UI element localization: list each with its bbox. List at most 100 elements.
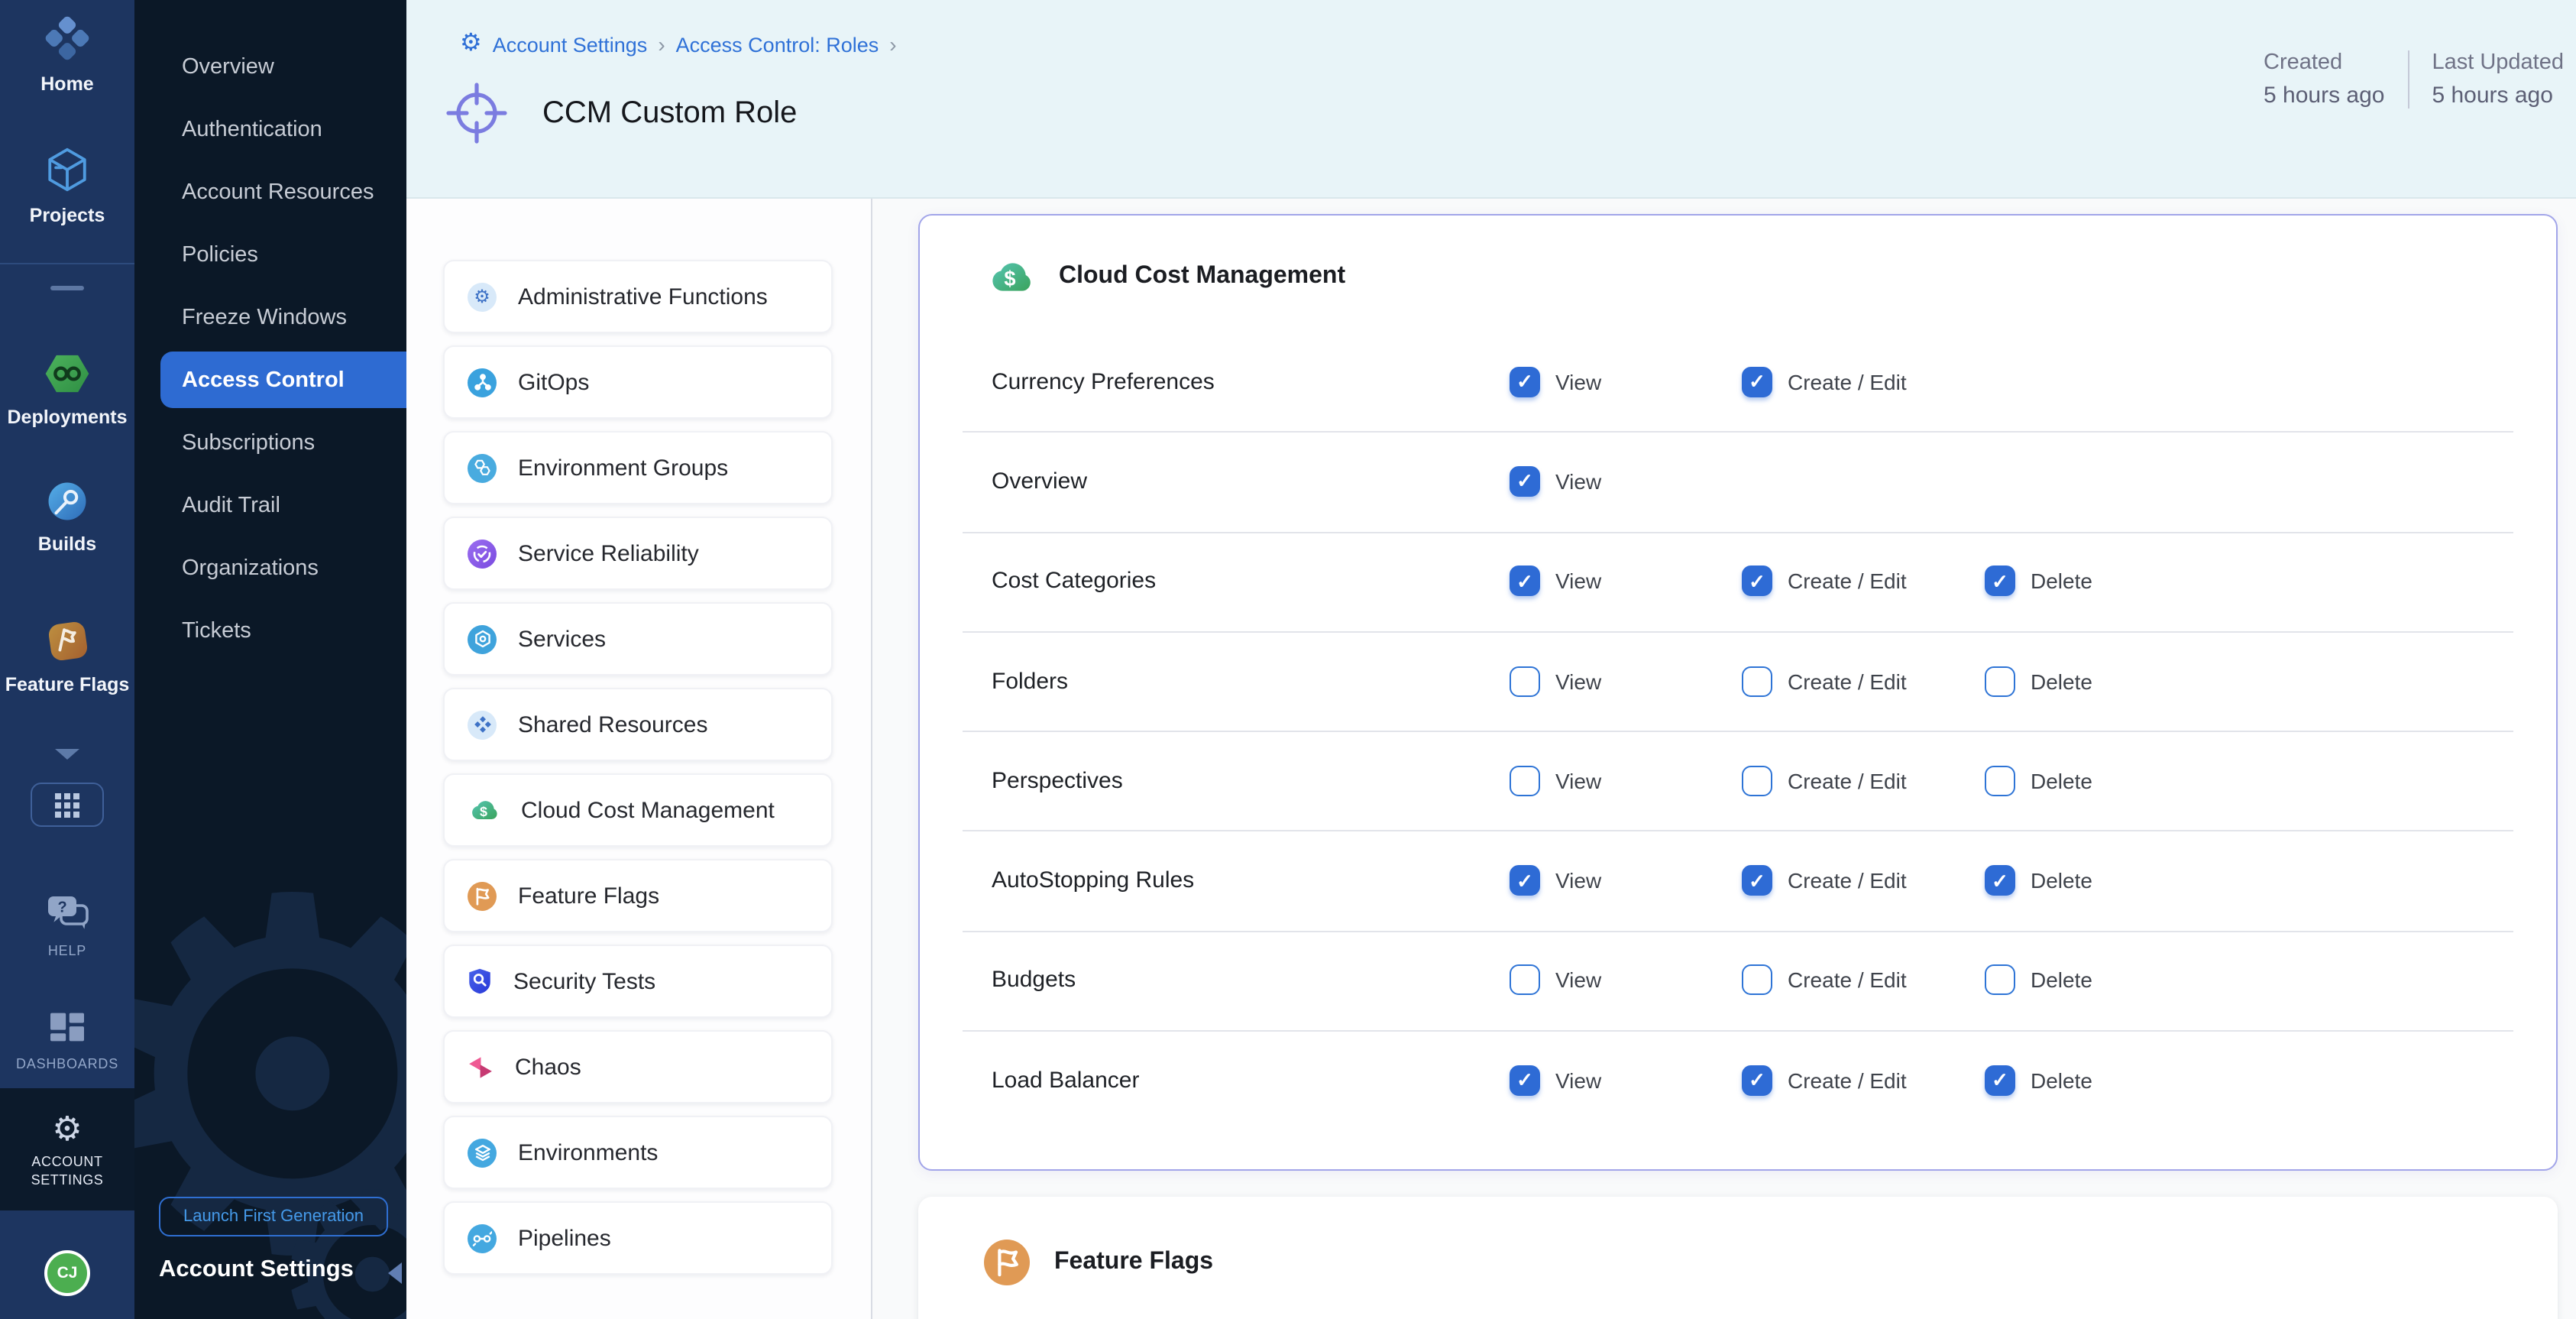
rail-collapsed-indicator (50, 286, 84, 290)
resource-card-environment-groups[interactable]: Environment Groups (443, 431, 833, 504)
permission-row: Folders View Create / Edit Delete (920, 631, 2556, 731)
nav-item-subscriptions[interactable]: Subscriptions (134, 411, 406, 474)
checkbox-icon (1985, 566, 2015, 596)
module-picker-button[interactable] (31, 783, 104, 827)
resource-card-administrative-functions[interactable]: ⚙Administrative Functions (443, 260, 833, 333)
rail-item-help[interactable]: ? HELP (0, 894, 134, 958)
checkbox-icon (1742, 566, 1772, 596)
checkbox-icon (1510, 366, 1540, 397)
create-edit-checkbox[interactable]: Create / Edit (1742, 566, 1907, 596)
view-checkbox[interactable]: View (1510, 865, 1601, 896)
nav-item-account-resources[interactable]: Account Resources (134, 160, 406, 223)
checkbox-icon (1985, 865, 2015, 896)
resource-card-services[interactable]: Services (443, 602, 833, 676)
permission-row: PerspectivesViewCreate / EditDelete (920, 731, 2556, 831)
checkbox-icon (1510, 466, 1540, 497)
resource-card-shared-resources[interactable]: Shared Resources (443, 688, 833, 761)
resource-card-cloud-cost-management[interactable]: $Cloud Cost Management (443, 773, 833, 847)
view-checkbox[interactable]: View (1510, 766, 1601, 796)
checkbox-icon (1985, 1065, 2015, 1095)
rail-more-chevron[interactable] (0, 749, 134, 760)
created-label: Created (2264, 50, 2384, 75)
create-edit-checkbox[interactable]: Create / Edit (1742, 1065, 1907, 1095)
checkbox-icon (1742, 666, 1772, 696)
collapse-sidebar-arrow[interactable] (388, 1262, 402, 1284)
checkbox-icon (1985, 965, 2015, 996)
services-icon (468, 624, 497, 653)
chevron-down-icon (55, 749, 79, 760)
launch-first-generation-button[interactable]: Launch First Generation (159, 1197, 388, 1236)
nav-item-tickets[interactable]: Tickets (134, 599, 406, 662)
resource-groups-column: ⚙Administrative Functions GitOps Environme… (406, 199, 872, 1319)
view-checkbox[interactable]: View (1510, 466, 1601, 497)
breadcrumb-link-account-settings[interactable]: Account Settings (493, 33, 648, 56)
user-avatar[interactable]: CJ (44, 1250, 90, 1296)
delete-checkbox[interactable]: Delete (1985, 766, 2092, 796)
view-checkbox[interactable]: View (1510, 965, 1601, 996)
permission-row: Currency PreferencesViewCreate / Edit (920, 332, 2556, 432)
create-edit-checkbox[interactable]: Create / Edit (1742, 766, 1907, 796)
feature-flags-icon (984, 1240, 1030, 1285)
gitops-icon (468, 368, 497, 397)
create-edit-checkbox[interactable]: Create / Edit (1742, 865, 1907, 896)
resource-card-pipelines[interactable]: Pipelines (443, 1201, 833, 1275)
nav-item-policies[interactable]: Policies (134, 223, 406, 286)
last-updated-label: Last Updated (2432, 50, 2564, 75)
rail-item-deployments[interactable]: Deployments (0, 353, 134, 428)
create-edit-checkbox[interactable]: Create / Edit (1742, 366, 1907, 397)
rail-item-projects[interactable]: Projects (0, 147, 134, 226)
delete-checkbox[interactable]: Delete (1985, 666, 2092, 696)
svg-text:?: ? (57, 899, 66, 916)
view-checkbox[interactable]: View (1510, 366, 1601, 397)
breadcrumb: ⚙ Account Settings › Access Control: Rol… (460, 32, 897, 57)
delete-checkbox[interactable]: Delete (1985, 1065, 2092, 1095)
delete-checkbox[interactable]: Delete (1985, 865, 2092, 896)
delete-checkbox[interactable]: Delete (1985, 566, 2092, 596)
nav-item-audit-trail[interactable]: Audit Trail (134, 474, 406, 536)
view-checkbox[interactable]: View (1510, 666, 1601, 696)
permission-name: Folders (992, 668, 1068, 694)
section-header: Feature Flags (961, 1240, 1213, 1285)
resource-card-environments[interactable]: Environments (443, 1116, 833, 1189)
security-tests-icon (468, 967, 492, 995)
nav-item-freeze-windows[interactable]: Freeze Windows (134, 286, 406, 348)
nav-item-access-control[interactable]: Access Control (160, 352, 406, 408)
view-checkbox[interactable]: View (1510, 566, 1601, 596)
environments-icon (468, 1138, 497, 1167)
resource-list: ⚙Administrative Functions GitOps Environme… (443, 260, 833, 1287)
resource-card-service-reliability[interactable]: Service Reliability (443, 517, 833, 590)
rail-item-home[interactable]: Home (0, 15, 134, 95)
resource-card-chaos[interactable]: Chaos (443, 1030, 833, 1103)
svg-text:$: $ (1004, 267, 1015, 290)
permission-row: AutoStopping RulesViewCreate / EditDelet… (920, 831, 2556, 931)
checkbox-icon (1742, 865, 1772, 896)
page-title: CCM Custom Role (542, 96, 797, 131)
checkbox-icon (1510, 566, 1540, 596)
checkbox-icon (1742, 366, 1772, 397)
create-edit-checkbox[interactable]: Create / Edit (1742, 666, 1907, 696)
environment-groups-icon (468, 453, 497, 482)
chaos-icon (468, 1055, 494, 1078)
home-icon (44, 15, 90, 69)
resource-card-security-tests[interactable]: Security Tests (443, 945, 833, 1018)
view-checkbox[interactable]: View (1510, 1065, 1601, 1095)
rail-item-dashboards[interactable]: DASHBOARDS (0, 1010, 134, 1071)
delete-checkbox[interactable]: Delete (1985, 965, 2092, 996)
breadcrumb-link-access-control-roles[interactable]: Access Control: Roles (676, 33, 879, 56)
resource-card-feature-flags[interactable]: Feature Flags (443, 859, 833, 932)
checkbox-icon (1742, 965, 1772, 996)
nav-item-organizations[interactable]: Organizations (134, 536, 406, 599)
rail-item-builds[interactable]: Builds (0, 481, 134, 555)
nav-item-overview[interactable]: Overview (134, 35, 406, 98)
created-value: 5 hours ago (2264, 83, 2384, 109)
rail-item-feature-flags[interactable]: Feature Flags (0, 621, 134, 695)
rail-item-account-settings[interactable]: ⚙ ACCOUNT SETTINGS (0, 1088, 134, 1210)
rail-divider (0, 263, 134, 264)
create-edit-checkbox[interactable]: Create / Edit (1742, 965, 1907, 996)
nav-item-authentication[interactable]: Authentication (134, 98, 406, 160)
checkbox-icon (1985, 766, 2015, 796)
permission-rows: Currency PreferencesViewCreate / EditOve… (920, 332, 2556, 1130)
resource-card-gitops[interactable]: GitOps (443, 345, 833, 419)
permission-row: BudgetsViewCreate / EditDelete (920, 931, 2556, 1031)
sidebar-footer-title: Account Settings (159, 1256, 354, 1284)
